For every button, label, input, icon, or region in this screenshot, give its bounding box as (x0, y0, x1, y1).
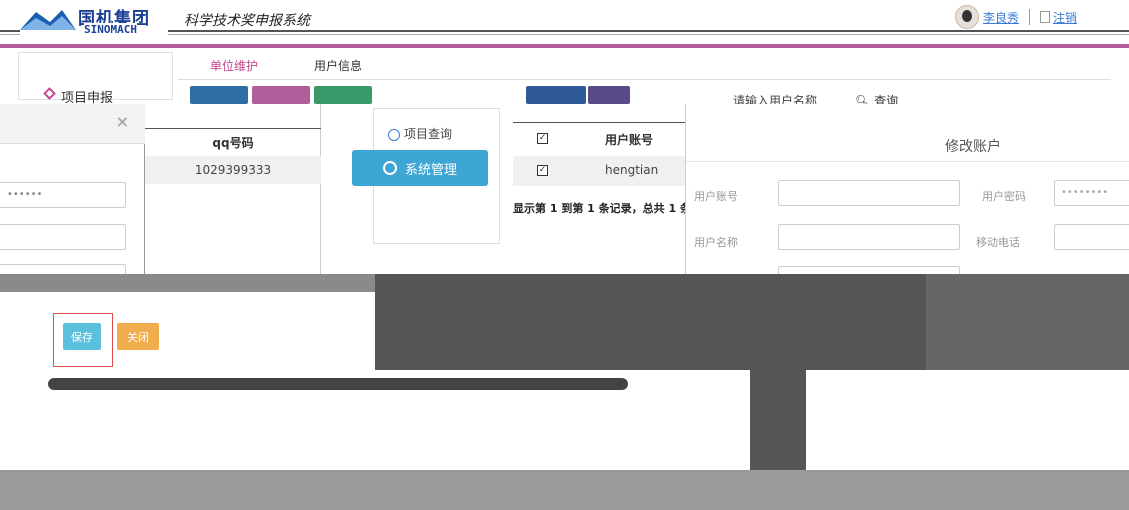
tab-bar: 单位维护 用户信息 (178, 52, 1111, 80)
user-name-link[interactable]: 李良秀 (983, 9, 1019, 26)
left-dialog-header: × (0, 104, 145, 144)
label-password: 用户密码 (982, 190, 1026, 203)
sidebar: 项目申报 (18, 52, 173, 106)
edit-account-modal: 修改账户 用户账号 用户密码 •••••••• 用户名称 移动电话 (685, 104, 1129, 280)
toolbar-button-3[interactable] (314, 86, 372, 104)
divider (1029, 9, 1031, 25)
toolbar-button-4[interactable] (526, 86, 586, 104)
header: 国机集团 SINOMACH 科学技术奖申报系统 李良秀 注销 (0, 0, 1129, 44)
system-management-button[interactable]: 系统管理 (352, 150, 488, 186)
menu-item-label: 项目查询 (404, 127, 453, 141)
password-field[interactable]: •••••• (0, 182, 126, 208)
column-header-qq: qq号码 (145, 128, 321, 154)
save-button[interactable]: 保存 (63, 323, 101, 350)
query-icon (388, 128, 400, 141)
overlay-band (926, 274, 1129, 370)
toolbar-button-2[interactable] (252, 86, 310, 104)
user-area: 李良秀 注销 (955, 4, 1084, 30)
column-header-account: 用户账号 (605, 133, 654, 147)
label-name: 用户名称 (694, 236, 738, 249)
row-checkbox[interactable]: ✓ (537, 165, 548, 176)
diamond-icon (43, 87, 56, 100)
logout-icon[interactable] (1040, 11, 1051, 23)
menu-item-project-query[interactable]: 项目查询 (388, 125, 452, 142)
table-cell-qq: 1029399333 (145, 156, 321, 184)
name-input[interactable] (778, 224, 960, 250)
qq-table: qq号码 1029399333 (145, 104, 321, 274)
overlay-band (0, 274, 375, 292)
logo-text-en: SINOMACH (84, 23, 137, 36)
avatar-icon[interactable] (955, 5, 979, 29)
label-mobile: 移动电话 (976, 236, 1020, 249)
overlay-band (48, 378, 628, 390)
toolbar-button-5[interactable] (588, 86, 630, 104)
left-dialog: × •••••• (0, 104, 145, 278)
overlay-band (375, 274, 750, 370)
close-button[interactable]: 关闭 (117, 323, 159, 350)
table-row[interactable]: ✓ hengtian (513, 156, 685, 186)
modal-header: 修改账户 (686, 104, 1129, 162)
logo: 国机集团 SINOMACH (20, 2, 168, 36)
tab-unit-maintenance[interactable]: 单位维护 (210, 57, 258, 74)
footer (0, 470, 1129, 510)
table-header-row: ✓ 用户账号 (513, 122, 685, 154)
password-input[interactable]: •••••••• (1054, 180, 1129, 206)
mobile-input[interactable] (1054, 224, 1129, 250)
toolbar-button-1[interactable] (190, 86, 248, 104)
header-rule (0, 30, 1129, 32)
logo-mark-icon (20, 10, 76, 30)
account-input[interactable] (778, 180, 960, 206)
overlay-band (806, 370, 1129, 470)
close-icon[interactable]: × (116, 112, 129, 131)
toolbar (188, 86, 718, 106)
record-info: 显示第 1 到第 1 条记录，总共 1 条 (513, 202, 685, 215)
modal-title: 修改账户 (945, 139, 1001, 155)
text-field[interactable] (0, 224, 126, 250)
select-all-checkbox[interactable]: ✓ (537, 133, 548, 144)
system-management-label: 系统管理 (404, 162, 457, 178)
user-table: ✓ 用户账号 ✓ hengtian (513, 104, 685, 274)
table-cell-account: hengtian (605, 163, 659, 177)
label-account: 用户账号 (694, 190, 738, 203)
system-title: 科学技术奖申报系统 (184, 10, 314, 30)
gear-icon (382, 161, 397, 175)
tab-user-info[interactable]: 用户信息 (314, 57, 362, 74)
logout-link[interactable]: 注销 (1053, 9, 1077, 26)
header-rule-thin (0, 34, 1129, 35)
accent-band (0, 44, 1129, 48)
